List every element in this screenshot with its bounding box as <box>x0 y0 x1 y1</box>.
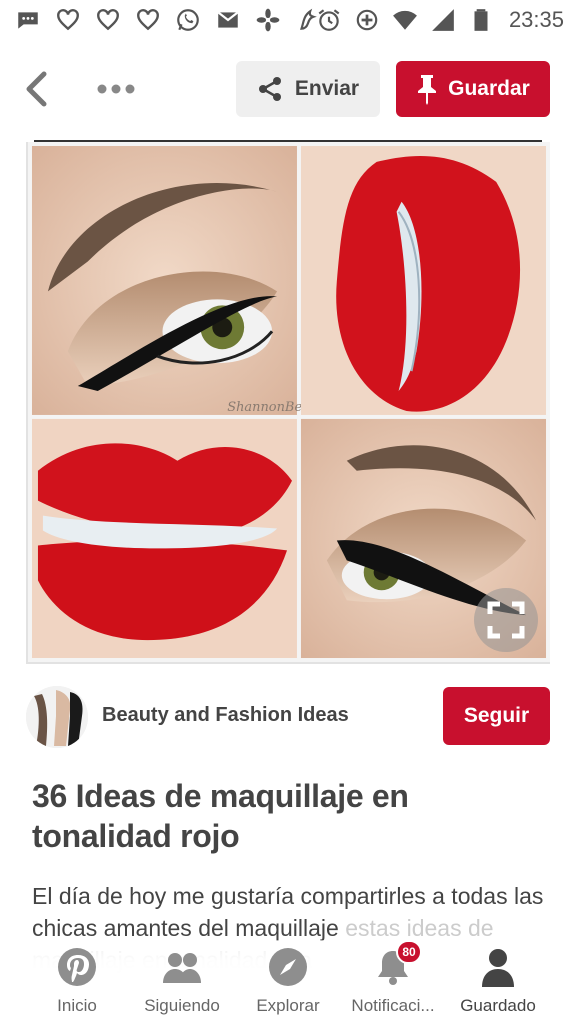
save-button[interactable]: Guardar <box>396 61 550 117</box>
pinwheel-icon <box>254 6 282 34</box>
pinterest-icon <box>56 946 98 988</box>
nav-home[interactable]: Inicio <box>22 946 132 1022</box>
status-bar: 23:35 <box>0 0 576 40</box>
gmail-icon <box>214 6 242 34</box>
compass-icon <box>267 946 309 988</box>
more-dots-icon <box>97 84 135 94</box>
notification-badge: 80 <box>396 940 422 964</box>
nav-label: Guardado <box>460 996 536 1015</box>
nav-notifications[interactable]: 80 Notificaci... <box>338 940 448 1022</box>
heart-icon <box>94 6 122 34</box>
share-icon <box>258 77 281 101</box>
heart-icon <box>134 6 162 34</box>
chevron-left-icon <box>26 71 47 107</box>
more-options-button[interactable] <box>94 78 138 100</box>
expand-image-button[interactable] <box>474 588 538 652</box>
message-icon <box>14 6 42 34</box>
nav-label: Explorar <box>256 996 320 1015</box>
save-label: Guardar <box>448 77 530 100</box>
person-icon <box>477 946 519 988</box>
share-button[interactable]: Enviar <box>236 61 380 117</box>
battery-icon <box>467 6 495 34</box>
nav-following[interactable]: Siguiendo <box>127 946 237 1022</box>
data-saver-icon <box>353 6 381 34</box>
people-icon <box>161 946 203 988</box>
fullscreen-icon <box>487 601 525 639</box>
pin-toolbar: Enviar Guardar <box>0 56 576 122</box>
nav-label: Notificaci... <box>351 996 435 1015</box>
share-label: Enviar <box>294 77 360 100</box>
bottom-navigation: Inicio Siguiendo Explorar 80 Notificaci.… <box>0 940 576 1024</box>
back-button[interactable] <box>22 70 50 108</box>
heart-icon <box>54 6 82 34</box>
board-row: Beauty and Fashion Ideas Seguir <box>0 684 576 750</box>
follow-button[interactable]: Seguir <box>443 687 550 745</box>
pin-title: 36 Ideas de maquillaje en tonalidad rojo <box>32 778 409 854</box>
whatsapp-icon <box>174 6 202 34</box>
status-time: 23:35 <box>508 7 564 32</box>
bell-icon: 80 <box>372 940 422 988</box>
nav-saved[interactable]: Guardado <box>443 946 553 1022</box>
nav-explore[interactable]: Explorar <box>233 946 343 1022</box>
signal-icon <box>429 6 457 34</box>
nav-label: Siguiendo <box>144 996 220 1015</box>
alarm-icon <box>315 6 343 34</box>
board-avatar[interactable] <box>26 686 88 748</box>
red-lips-photo-2 <box>31 418 297 659</box>
red-lips-photo-1 <box>300 145 547 415</box>
status-system-icons: 23:35 <box>315 6 564 34</box>
wifi-icon <box>391 6 419 34</box>
nav-label: Inicio <box>57 996 97 1015</box>
board-name[interactable]: Beauty and Fashion Ideas <box>102 704 349 727</box>
pushpin-icon <box>418 75 437 105</box>
status-notification-icons <box>14 6 322 34</box>
pin-image[interactable]: ShannonBelleMakeup <box>26 142 550 664</box>
